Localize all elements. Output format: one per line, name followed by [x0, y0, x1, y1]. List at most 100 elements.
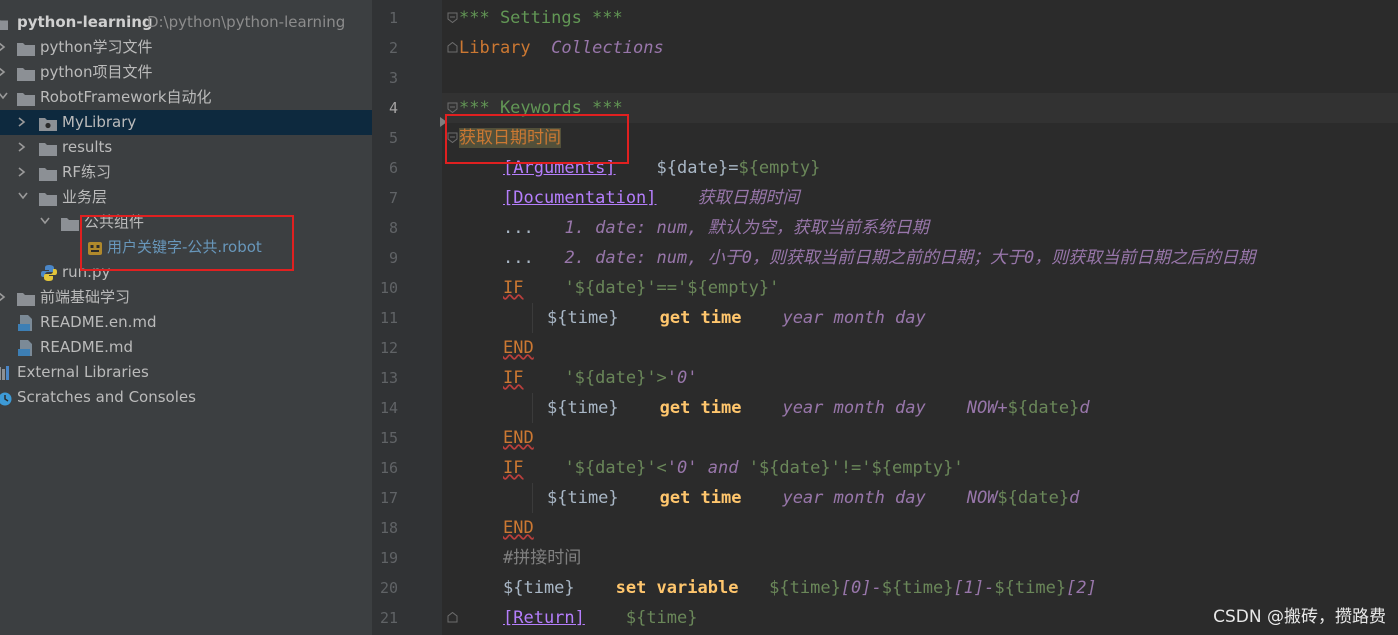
chevron-right-icon[interactable]	[18, 110, 30, 135]
tree-item-results[interactable]: results	[0, 135, 372, 160]
line-number: 12	[379, 339, 398, 357]
condition: '${date}'!='${empty}'	[748, 458, 964, 478]
chevron-right-icon[interactable]	[0, 35, 10, 60]
separator: -	[871, 578, 882, 598]
variable: ${date}	[1007, 398, 1080, 418]
line-number: 4	[388, 99, 398, 117]
folder-icon	[17, 89, 35, 106]
variable: ${time}	[994, 578, 1067, 598]
variable: ${time}	[769, 578, 841, 598]
tree-item-label: MyLibrary	[62, 113, 137, 131]
separator: -	[984, 578, 995, 598]
tree-item-label: results	[62, 138, 113, 156]
keyword-call: get time	[659, 488, 742, 508]
line-number: 11	[379, 309, 398, 327]
tree-item-robotframework[interactable]: RobotFramework自动化	[0, 85, 372, 110]
line-number: 15	[379, 429, 398, 447]
tree-item-label: RobotFramework自动化	[40, 88, 212, 106]
tree-item-readme[interactable]: README.md	[0, 335, 372, 360]
code-line-21: [Return] ${time}	[503, 603, 698, 633]
fold-marker-icon[interactable]	[447, 12, 458, 23]
tree-item-label: External Libraries	[17, 363, 149, 381]
index: [0]	[840, 578, 872, 598]
line-number: 7	[388, 189, 398, 207]
line-number: 14	[379, 399, 398, 417]
folder-icon	[17, 39, 35, 56]
tree-item-label: README.en.md	[40, 313, 157, 331]
comment: #拼接时间	[503, 548, 582, 568]
chevron-down-icon[interactable]	[40, 210, 52, 235]
return-setting: [Return]	[503, 608, 585, 628]
line-number: 3	[388, 69, 398, 87]
folder-icon	[61, 214, 79, 231]
tree-item-business-layer[interactable]: 业务层	[0, 185, 372, 210]
code-line-16: IF '${date}'<'0' and '${date}'!='${empty…	[503, 453, 964, 483]
argument: d	[1079, 398, 1090, 418]
if-keyword: IF	[503, 278, 524, 298]
equals-sign: =	[728, 158, 739, 178]
fold-marker-icon[interactable]	[447, 102, 458, 113]
library-icon	[0, 364, 14, 380]
condition: '${date}'<	[564, 458, 667, 478]
code-line-11: ${time} get time year month day	[547, 303, 926, 333]
argument: NOW+	[966, 398, 1008, 418]
setting-keyword: Library	[459, 38, 531, 58]
folder-icon	[0, 14, 12, 30]
argument: year month day	[782, 488, 926, 508]
tree-root-python-learning[interactable]: python-learning D:\python\python-learnin…	[0, 10, 372, 35]
indent-guide	[532, 483, 533, 513]
tree-item-mylibrary[interactable]: MyLibrary	[0, 110, 372, 135]
indent-guide	[532, 393, 533, 423]
argument: NOW	[966, 488, 998, 508]
code-line-15: END	[503, 423, 534, 453]
folder-icon	[39, 189, 57, 206]
condition: and	[697, 458, 749, 478]
chevron-down-icon[interactable]	[0, 85, 10, 110]
tree-item-python-study[interactable]: python学习文件	[0, 35, 372, 60]
tree-item-external-libraries[interactable]: External Libraries	[0, 360, 372, 385]
highlight-box-keyword	[445, 114, 629, 164]
tree-item-readme-en[interactable]: README.en.md	[0, 310, 372, 335]
keyword-call: set variable	[615, 578, 739, 598]
tree-item-label: RF练习	[62, 163, 112, 181]
code-line-9: ... 2. date: num, 小于0，则获取当前日期之前的日期；大于0，则…	[503, 243, 1255, 273]
doc-text: 2. date: num, 小于0，则获取当前日期之前的日期；大于0，则获取当前…	[564, 248, 1256, 268]
index: [2]	[1066, 578, 1097, 598]
code-line-12: END	[503, 333, 534, 363]
chevron-right-icon[interactable]	[18, 135, 30, 160]
variable: ${time}	[503, 578, 575, 598]
line-number: 18	[379, 519, 398, 537]
fold-end-icon[interactable]	[447, 612, 458, 623]
tree-item-python-project[interactable]: python项目文件	[0, 60, 372, 85]
package-folder-icon	[39, 114, 57, 131]
tree-item-label: Scratches and Consoles	[17, 388, 196, 406]
tree-item-scratches[interactable]: Scratches and Consoles	[0, 385, 372, 410]
tree-item-label: 业务层	[62, 188, 108, 206]
end-keyword: END	[503, 518, 534, 538]
tree-item-label: README.md	[40, 338, 134, 356]
chevron-right-icon[interactable]	[0, 285, 10, 310]
variable: ${time}	[625, 608, 698, 628]
tree-item-rf-practice[interactable]: RF练习	[0, 160, 372, 185]
code-line-1: *** Settings ***	[459, 3, 623, 33]
line-number: 17	[379, 489, 398, 507]
scratches-icon	[0, 389, 14, 406]
code-line-10: IF '${date}'=='${empty}'	[503, 273, 779, 303]
chevron-right-icon[interactable]	[0, 60, 10, 85]
variable: ${empty}	[738, 158, 821, 178]
end-keyword: END	[503, 338, 534, 358]
library-name: Collections	[551, 38, 664, 58]
continuation: ...	[503, 248, 534, 268]
folder-icon	[39, 139, 57, 156]
fold-end-icon[interactable]	[447, 42, 458, 53]
tree-item-label: python学习文件	[40, 38, 153, 56]
if-keyword: IF	[503, 458, 524, 478]
tree-item-label: python项目文件	[40, 63, 153, 81]
code-line-18: END	[503, 513, 534, 543]
section-header: *** Settings ***	[459, 8, 623, 28]
line-number: 5	[388, 129, 398, 147]
chevron-right-icon[interactable]	[18, 160, 30, 185]
indent-guide	[532, 303, 533, 333]
tree-item-frontend-basics[interactable]: 前端基础学习	[0, 285, 372, 310]
chevron-down-icon[interactable]	[18, 185, 30, 210]
